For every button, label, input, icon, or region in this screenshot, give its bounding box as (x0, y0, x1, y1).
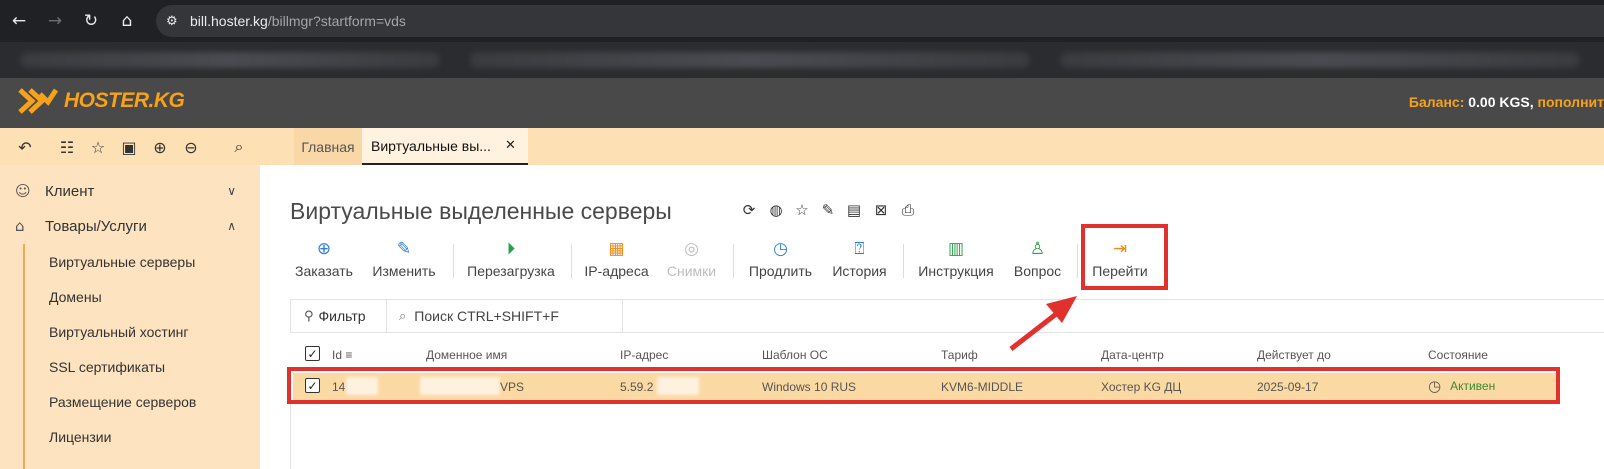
screen: ← → ↻ ⌂ ⚙ bill.hoster.kg/billmgr?startfo… (0, 0, 1604, 469)
annotation-arrow-line (1009, 309, 1062, 351)
annotation-arrow (1009, 296, 1077, 351)
